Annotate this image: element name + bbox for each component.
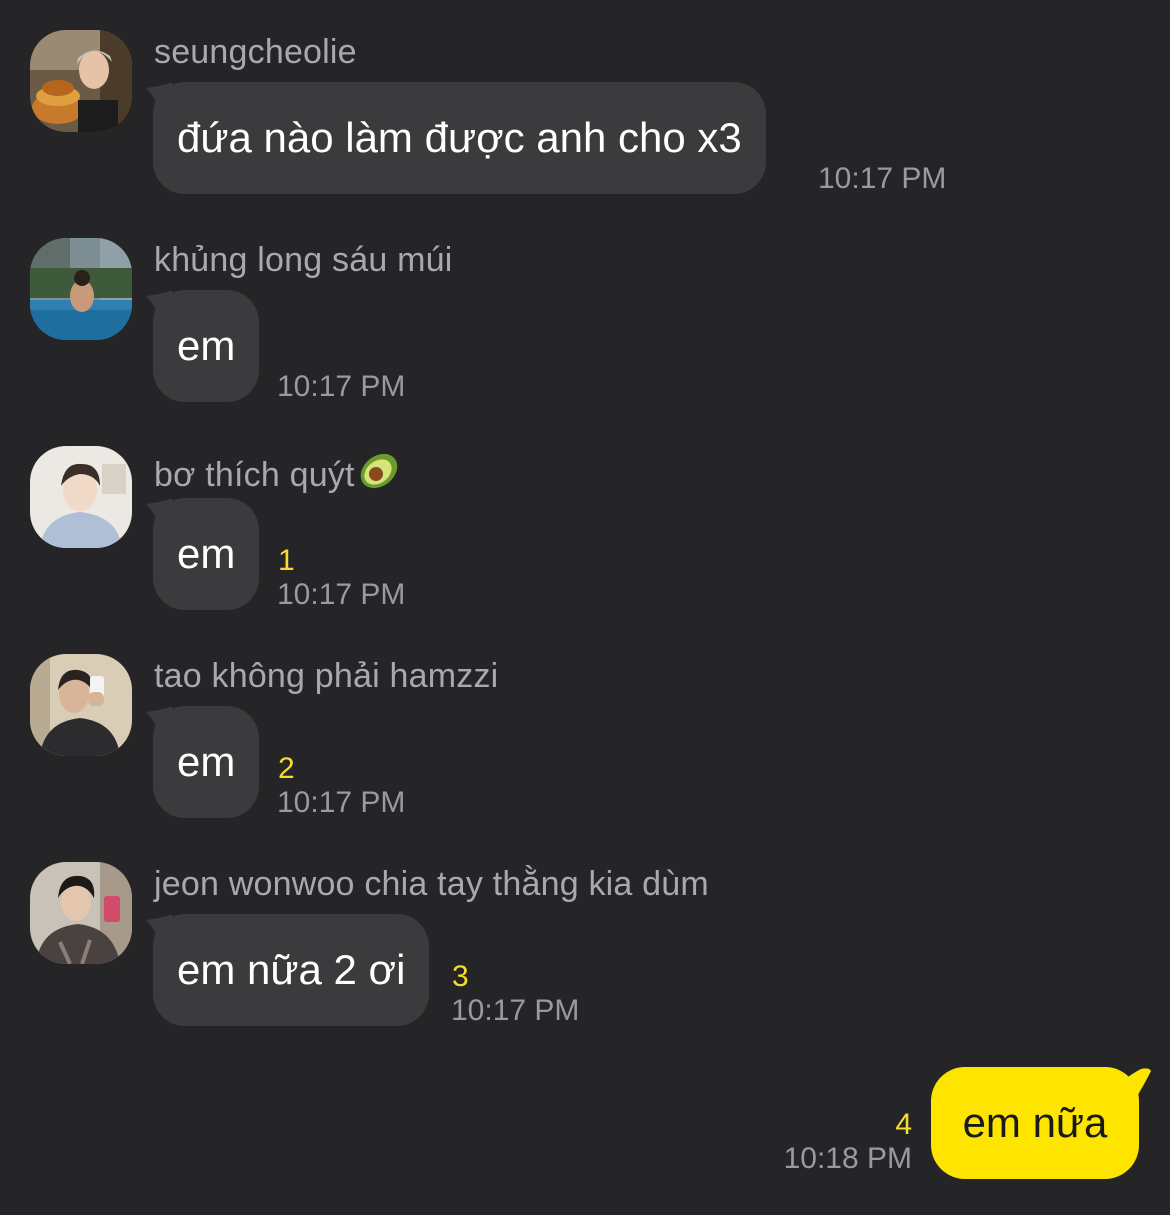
message-meta: 10:17 PM (818, 82, 946, 196)
unread-count: 4 (895, 1108, 912, 1141)
message-meta: 10:17 PM (277, 290, 405, 404)
chat-view: seungcheolie đứa nào làm được anh cho x3… (0, 0, 1170, 1215)
avocado-emoji (360, 453, 397, 489)
message-meta: 2 10:17 PM (277, 706, 405, 820)
unread-count: 2 (278, 752, 295, 785)
message-time: 10:17 PM (277, 370, 406, 403)
avatar[interactable] (30, 446, 132, 548)
message-time: 10:17 PM (818, 162, 947, 195)
message-time: 10:17 PM (277, 578, 406, 611)
avatar[interactable] (30, 862, 132, 964)
my-message-meta: 4 10:18 PM (760, 1100, 912, 1176)
message-time: 10:17 PM (277, 786, 406, 819)
avatar[interactable] (30, 238, 132, 340)
unread-count: 1 (278, 544, 295, 577)
message-bubble[interactable]: em nữa 2 ơi (153, 914, 430, 1026)
my-message-bubble[interactable]: em nữa (931, 1067, 1139, 1179)
message-bubble[interactable]: em (153, 290, 260, 402)
unread-count: 3 (452, 960, 469, 993)
message-meta: 1 10:17 PM (277, 498, 405, 612)
message-bubble[interactable]: em (153, 498, 260, 610)
message-bubble[interactable]: em (153, 706, 260, 818)
message-time: 10:17 PM (451, 994, 580, 1027)
sender-name: seungcheolie (154, 33, 357, 71)
message-meta: 3 10:17 PM (451, 914, 579, 1028)
avatar[interactable] (30, 654, 132, 756)
message-time: 10:18 PM (783, 1142, 912, 1175)
sender-name: bơ thích quýt (154, 448, 403, 495)
sender-name: jeon wonwoo chia tay thằng kia dùm (154, 865, 709, 903)
sender-name-text: bơ thích quýt (154, 456, 355, 494)
message-bubble[interactable]: đứa nào làm được anh cho x3 (153, 82, 766, 194)
sender-name: khủng long sáu múi (154, 241, 453, 279)
sender-name: tao không phải hamzzi (154, 657, 499, 695)
avatar[interactable] (30, 30, 132, 132)
